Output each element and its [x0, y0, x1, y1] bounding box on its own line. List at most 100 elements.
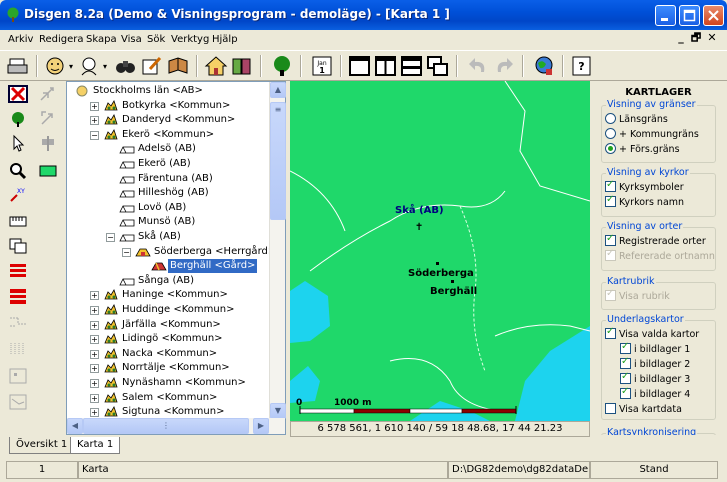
tree-node[interactable]: Ekerö (AB)	[67, 157, 267, 171]
menu-visa[interactable]: Visa	[121, 34, 142, 45]
checkbox-icon[interactable]	[605, 403, 616, 414]
checkbox-icon[interactable]	[620, 386, 631, 399]
close-button[interactable]	[703, 5, 724, 26]
scroll-up-button[interactable]: ▲	[270, 82, 286, 98]
dropdown-arrow-icon[interactable]: ▾	[103, 62, 107, 71]
tree-node-label[interactable]: Huddinge <Kommun>	[120, 303, 236, 317]
red-lines-icon[interactable]	[8, 262, 28, 280]
tree-node[interactable]: − Skå (AB)	[67, 230, 267, 244]
tree-node-label[interactable]: Söderberga <Herrgård>	[152, 245, 278, 259]
radio-icon[interactable]	[605, 128, 616, 139]
expand-icon[interactable]: +	[90, 320, 99, 330]
tree-node-label[interactable]: Lidingö <Kommun>	[120, 332, 225, 346]
expand-icon[interactable]: +	[90, 379, 99, 388]
map-view[interactable]: Skå (AB) ✝ Söderberga Berghäll 0 1000 m	[290, 81, 590, 421]
tree-node[interactable]: + Danderyd <Kommun>	[67, 113, 267, 127]
tree-node[interactable]: Munsö (AB)	[67, 215, 267, 229]
layer-checkbox[interactable]: i bildlager 2	[620, 356, 690, 371]
person-icon[interactable]	[44, 55, 68, 77]
layer-checkbox[interactable]: i bildlager 4	[620, 386, 690, 401]
single-window-icon[interactable]	[348, 55, 372, 77]
split-horizontal-icon[interactable]	[400, 55, 424, 77]
tree-node-label[interactable]: Adelsö (AB)	[136, 142, 198, 156]
tree-node[interactable]: Adelsö (AB)	[67, 142, 267, 156]
tree-horizontal-scrollbar[interactable]: ◀ ⋮ ▶	[67, 418, 285, 434]
coordinate-pick-icon[interactable]: XY	[8, 185, 28, 203]
split-vertical-icon[interactable]	[374, 55, 398, 77]
tree-node[interactable]: + Salem <Kommun>	[67, 391, 267, 405]
expand-icon[interactable]: +	[90, 101, 99, 111]
hscroll-thumb[interactable]: ⋮	[83, 418, 249, 434]
redo-icon[interactable]	[492, 55, 516, 77]
tree-node[interactable]: + Norrtälje <Kommun>	[67, 361, 267, 375]
tree-node-label[interactable]: Ekerö <Kommun>	[120, 128, 216, 142]
menu-verktyg[interactable]: Verktyg	[171, 34, 209, 45]
tree-node-label[interactable]: Botkyrka <Kommun>	[120, 99, 232, 113]
layer-checkbox[interactable]: Visa kartdata	[605, 403, 682, 416]
scale-ruler-icon[interactable]	[8, 212, 28, 230]
radio-icon[interactable]	[605, 143, 616, 154]
expand-icon[interactable]: +	[90, 116, 99, 126]
maximize-button[interactable]	[679, 5, 700, 26]
tab-karta[interactable]: Karta 1	[70, 437, 121, 454]
tree-node-label[interactable]: Nacka <Kommun>	[120, 347, 219, 361]
place-tree[interactable]: Stockholms län <AB> + Botkyrka <Kommun> + Da…	[66, 81, 286, 435]
magnifier-icon[interactable]	[8, 162, 28, 180]
dropdown-arrow-icon[interactable]: ▾	[69, 62, 73, 71]
archive-icon[interactable]	[230, 55, 254, 77]
mdi-restore-button[interactable]: 🗗	[689, 32, 703, 45]
point-frame-icon[interactable]	[8, 367, 28, 385]
tree-node-label[interactable]: Danderyd <Kommun>	[120, 113, 237, 127]
title-bar[interactable]: Disgen 8.2a (Demo & Visningsprogram - de…	[0, 0, 727, 30]
expand-icon[interactable]: +	[90, 408, 99, 418]
scroll-right-button[interactable]: ▶	[253, 418, 269, 434]
layer-radio[interactable]: + Förs.gräns	[605, 143, 680, 156]
tree-node[interactable]: + Järfälla <Kommun>	[67, 318, 267, 332]
tree-node[interactable]: + Haninge <Kommun>	[67, 288, 267, 302]
layer-radio[interactable]: + Kommungräns	[605, 128, 699, 141]
help-icon[interactable]: ?	[570, 55, 594, 77]
tree-node-label[interactable]: Nynäshamn <Kommun>	[120, 376, 248, 390]
expand-icon[interactable]: +	[90, 393, 99, 403]
grid-dots-icon[interactable]	[8, 314, 28, 332]
undo-icon[interactable]	[466, 55, 490, 77]
checkbox-icon[interactable]	[620, 371, 631, 384]
mdi-close-button[interactable]: ✕	[705, 32, 719, 45]
tree-node[interactable]: Lovö (AB)	[67, 201, 267, 215]
layer-checkbox[interactable]: i bildlager 1	[620, 341, 690, 356]
cursor-arrow-icon[interactable]	[8, 134, 28, 152]
layer-checkbox[interactable]: Visa valda kartor	[605, 326, 699, 341]
collapse-icon[interactable]: −	[90, 130, 99, 140]
tree-node-label[interactable]: Haninge <Kommun>	[120, 288, 230, 302]
red-blocks-icon[interactable]	[8, 287, 28, 305]
tree-node[interactable]: Sånga (AB)	[67, 274, 267, 288]
move-arrows-icon[interactable]	[38, 110, 58, 128]
layer-checkbox[interactable]: i bildlager 3	[620, 371, 690, 386]
scroll-thumb[interactable]: ≡	[270, 102, 286, 220]
scroll-left-button[interactable]: ◀	[67, 418, 83, 434]
tree-node[interactable]: Berghäll <Gård>	[67, 259, 267, 274]
menu-sok[interactable]: Sök	[147, 34, 165, 45]
scroll-down-button[interactable]: ▼	[270, 403, 286, 419]
delete-x-icon[interactable]	[8, 85, 28, 103]
tree-node[interactable]: − Söderberga <Herrgård>	[67, 245, 276, 259]
tree-node-label[interactable]: Järfälla <Kommun>	[120, 318, 223, 332]
layer-checkbox[interactable]: Kyrksymboler	[605, 179, 684, 194]
tree-node[interactable]: Stockholms län <AB>	[67, 84, 267, 98]
checkbox-icon[interactable]	[620, 341, 631, 354]
green-rectangle-icon[interactable]	[38, 162, 58, 180]
tree-node[interactable]: + Botkyrka <Kommun>	[67, 99, 267, 113]
edit-note-icon[interactable]	[140, 55, 164, 77]
checkbox-icon[interactable]	[605, 194, 616, 207]
expand-icon[interactable]: +	[90, 349, 99, 359]
home-icon[interactable]	[204, 55, 228, 77]
layer-checkbox[interactable]: Registrerade orter	[605, 233, 706, 248]
tree-node-label[interactable]: Stockholms län <AB>	[91, 84, 205, 98]
expand-icon[interactable]: +	[90, 364, 99, 374]
checkbox-icon[interactable]	[620, 356, 631, 369]
calendar-icon[interactable]: Jan1	[310, 55, 334, 77]
tree-node[interactable]: + Nacka <Kommun>	[67, 347, 267, 361]
expand-icon[interactable]: +	[90, 291, 99, 301]
globe-person-icon[interactable]	[532, 55, 556, 77]
tree-vertical-scrollbar[interactable]: ▲ ≡ ▼	[269, 82, 286, 419]
